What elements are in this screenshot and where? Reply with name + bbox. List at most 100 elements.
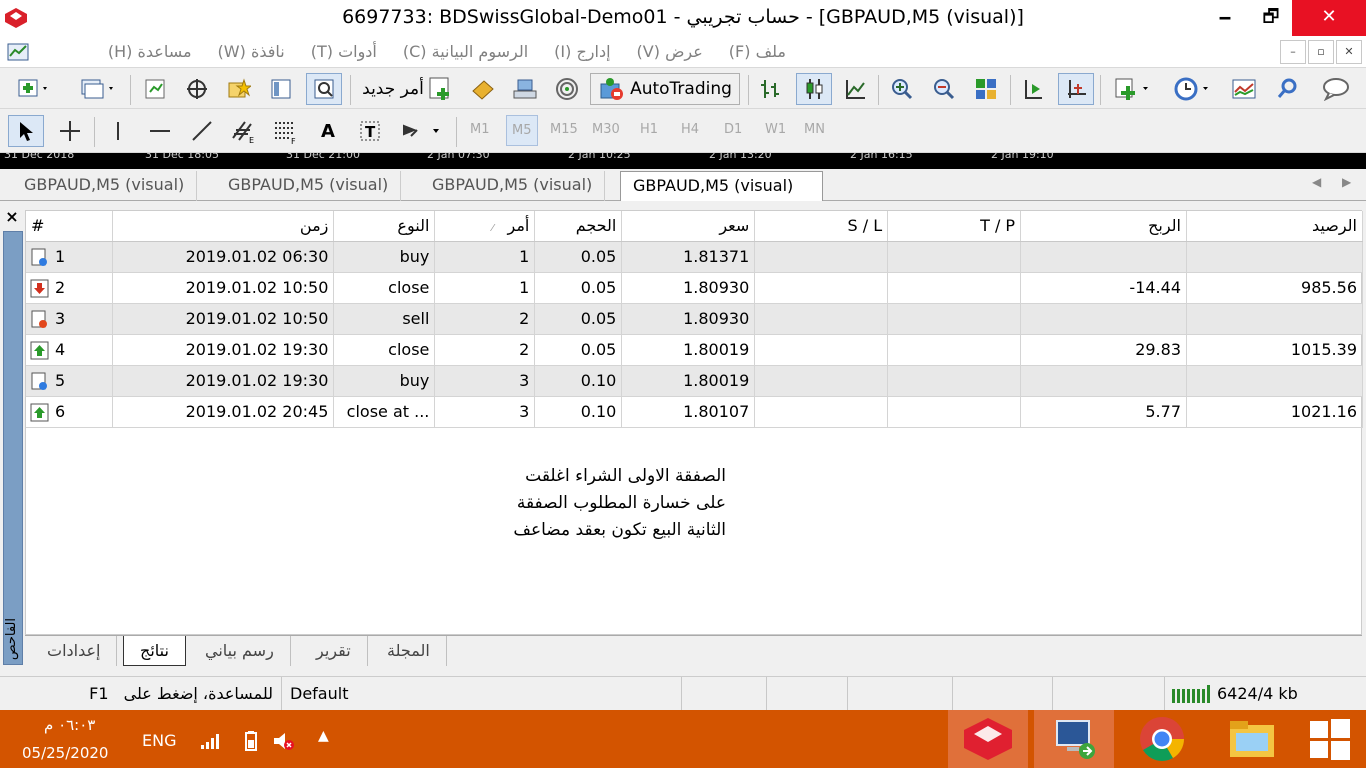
menu-charts[interactable]: الرسوم البيانية (C) — [403, 42, 528, 61]
chart-shift-icon[interactable] — [1058, 73, 1094, 105]
chat-icon[interactable] — [1316, 73, 1360, 105]
column-header-time[interactable]: زمن — [112, 211, 335, 242]
table-row[interactable]: 1 2019.01.02 06:30 buy 1 0.05 1.81371 — [26, 241, 1363, 273]
autoscroll-icon[interactable] — [1016, 73, 1052, 105]
zoom-in-icon[interactable] — [884, 73, 920, 105]
timeframe-m30[interactable]: M30 — [592, 122, 620, 137]
table-row[interactable]: 4 2019.01.02 19:30 close 2 0.05 1.80019 29.83 1… — [26, 334, 1363, 366]
crosshair-icon[interactable] — [52, 115, 88, 147]
menu-window[interactable]: نافذة (W) — [218, 42, 285, 61]
column-header-tp[interactable]: T / P — [887, 211, 1022, 242]
taskbar-time[interactable]: ٠٦:٠٣ م — [44, 716, 95, 734]
text-tool-icon[interactable]: A — [310, 115, 346, 147]
timeframe-w1[interactable]: W1 — [765, 122, 786, 137]
text-label-icon[interactable]: T — [352, 115, 388, 147]
horizontal-line-icon[interactable] — [142, 115, 178, 147]
indicators-icon[interactable] — [1106, 73, 1160, 105]
trendline-icon[interactable] — [184, 115, 220, 147]
column-header-volume[interactable]: الحجم — [534, 211, 623, 242]
bar-chart-icon[interactable] — [752, 73, 788, 105]
battery-icon[interactable] — [243, 730, 259, 752]
vertical-line-icon[interactable] — [100, 115, 136, 147]
timeframe-mn[interactable]: MN — [804, 122, 825, 137]
timeframe-h4[interactable]: H4 — [681, 122, 699, 137]
new-chart-icon[interactable] — [8, 73, 58, 105]
column-header-balance[interactable]: الرصيد — [1186, 211, 1363, 242]
meta-editor-icon[interactable] — [466, 73, 500, 105]
mdi-close-button[interactable]: ✕ — [1336, 40, 1362, 64]
arrows-icon[interactable] — [394, 115, 448, 147]
menu-view[interactable]: عرض (V) — [637, 42, 703, 61]
taskbar-language[interactable]: ENG — [142, 731, 176, 750]
table-row[interactable]: 5 2019.01.02 19:30 buy 3 0.10 1.80019 — [26, 365, 1363, 397]
taskbar-date[interactable]: 05/25/2020 — [22, 744, 108, 762]
panel-close-button[interactable]: × — [2, 207, 22, 227]
windows-start-icon[interactable] — [1290, 710, 1366, 768]
timeframe-m5[interactable]: M5 — [506, 115, 538, 146]
table-row[interactable]: 2 2019.01.02 10:50 close 1 0.05 1.80930 -14.44… — [26, 272, 1363, 304]
tester-side-tab[interactable]: الفاحص — [3, 231, 23, 665]
tabs-scroll-left-icon[interactable]: ◀ — [1312, 175, 1321, 189]
chart-time-axis[interactable]: 31 Dec 2018 31 Dec 18:05 31 Dec 21:00 2 … — [0, 153, 1366, 169]
chart-tab[interactable]: GBPAUD,M5 (visual) — [12, 171, 198, 201]
trading-server-icon[interactable] — [508, 73, 542, 105]
chart-tab-active[interactable]: GBPAUD,M5 (visual) — [620, 171, 823, 201]
tabs-scroll-right-icon[interactable]: ▶ — [1342, 175, 1351, 189]
tab-journal[interactable]: المجلة — [371, 636, 447, 666]
mdi-restore-button[interactable]: ▫ — [1308, 40, 1334, 64]
column-header-price[interactable]: سعر — [621, 211, 756, 242]
volume-muted-icon[interactable] — [272, 730, 296, 752]
tab-graph[interactable]: رسم بياني — [189, 636, 291, 666]
market-watch-icon[interactable] — [138, 73, 172, 105]
timeframe-h1[interactable]: H1 — [640, 122, 658, 137]
taskbar-metatrader-icon[interactable] — [948, 710, 1028, 768]
timeframe-d1[interactable]: D1 — [724, 122, 742, 137]
column-header-order[interactable]: ⁄ أمر — [434, 211, 536, 242]
chart-window-icon[interactable] — [6, 41, 30, 63]
zoom-out-icon[interactable] — [926, 73, 962, 105]
taskbar-file-explorer-icon[interactable] — [1212, 710, 1292, 768]
table-row[interactable]: 6 2019.01.02 20:45 close at ... 3 0.10 1.8010… — [26, 396, 1363, 428]
close-button[interactable]: ✕ — [1292, 0, 1366, 36]
fibonacci-icon[interactable]: F — [268, 115, 304, 147]
taskbar-chrome-icon[interactable] — [1122, 710, 1202, 768]
show-hidden-icons-icon[interactable]: ▲ — [318, 728, 329, 744]
autotrading-button[interactable]: AutoTrading — [590, 73, 740, 105]
search-icon[interactable] — [1270, 73, 1306, 105]
templates-icon[interactable] — [1226, 73, 1262, 105]
network-icon[interactable] — [200, 732, 222, 750]
column-header-number[interactable]: # — [26, 211, 114, 242]
cursor-icon[interactable] — [8, 115, 44, 147]
column-header-type[interactable]: النوع — [333, 211, 436, 242]
navigator-icon[interactable] — [222, 73, 256, 105]
menu-insert[interactable]: إدارج (I) — [554, 42, 610, 61]
candlestick-chart-icon[interactable] — [796, 73, 832, 105]
column-header-sl[interactable]: S / L — [754, 211, 889, 242]
status-connection[interactable]: 6424/4 kb — [1165, 677, 1366, 711]
mdi-minimize-button[interactable]: – — [1280, 40, 1306, 64]
profiles-icon[interactable] — [70, 73, 122, 105]
timeframe-m15[interactable]: M15 — [550, 122, 578, 137]
chart-tab[interactable]: GBPAUD,M5 (visual) — [216, 171, 402, 201]
equidistant-channel-icon[interactable]: E — [226, 115, 262, 147]
crosshair-data-window-icon[interactable] — [180, 73, 214, 105]
tab-results[interactable]: نتائج — [123, 636, 186, 666]
tab-report[interactable]: تقرير — [300, 636, 368, 666]
chart-tab[interactable]: GBPAUD,M5 (visual) — [420, 171, 606, 201]
strategy-tester-icon[interactable] — [306, 73, 342, 105]
table-row[interactable]: 3 2019.01.02 10:50 sell 2 0.05 1.80930 — [26, 303, 1363, 335]
menu-file[interactable]: ملف (F) — [729, 42, 786, 61]
tile-windows-icon[interactable] — [968, 73, 1004, 105]
signals-icon[interactable] — [550, 73, 584, 105]
tab-settings[interactable]: إعدادات — [31, 636, 118, 666]
column-header-profit[interactable]: الربح — [1020, 211, 1187, 242]
taskbar-remote-desktop-icon[interactable] — [1034, 710, 1114, 768]
maximize-button[interactable]: 🗗 — [1248, 0, 1294, 36]
line-chart-icon[interactable] — [838, 73, 874, 105]
new-order-button[interactable]: أمر جديد — [356, 73, 460, 105]
periods-icon[interactable] — [1166, 73, 1220, 105]
menu-help[interactable]: مساعدة (H) — [108, 42, 192, 61]
minimize-button[interactable]: 🗕 — [1202, 0, 1248, 36]
timeframe-m1[interactable]: M1 — [470, 122, 490, 137]
terminal-icon[interactable] — [264, 73, 298, 105]
